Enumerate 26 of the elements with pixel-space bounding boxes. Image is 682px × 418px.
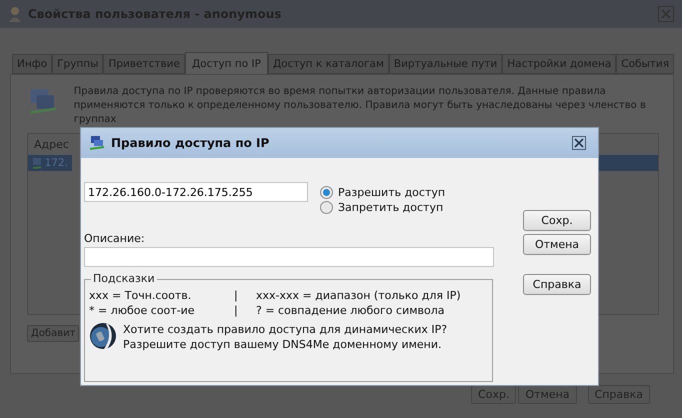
dialog-button[interactable]: Сохр. — [523, 210, 591, 231]
separator-text: | — [234, 303, 239, 318]
tab[interactable]: Доступ по IP — [184, 52, 268, 74]
dialog-title: Правило доступа по IP — [111, 136, 270, 150]
radio-option[interactable]: Запретить доступ — [320, 201, 446, 214]
user-icon — [8, 6, 22, 22]
radio-option[interactable]: Разрешить доступ — [320, 186, 446, 199]
globe-icon — [89, 322, 117, 350]
group-title: Подсказки — [91, 272, 157, 285]
network-icon — [32, 157, 41, 169]
network-icon — [89, 135, 105, 151]
description-label: Описание: — [84, 232, 146, 245]
hint-text: xxx-xxx = диапазон (только для IP) — [256, 288, 461, 303]
hint-text: xxx = Точн.соотв. — [89, 288, 192, 303]
column-header: Адрес — [33, 137, 70, 153]
ip-field[interactable]: 172.26.160.0-172.26.175.255 — [84, 182, 308, 202]
dialog-button[interactable]: Справка — [523, 274, 591, 295]
hint-text: ? = совпадение любого символа — [256, 303, 445, 318]
dns-tip-text: Хотите создать правило доступа для динамических IP? Разрешите доступ вашему DNS4Me доменному имени. — [123, 322, 448, 352]
info-text: Правила доступа по IP проверяются во время попытки авторизации пользователя. Данные правила применяются только к определенному пользователю. Правила могут быть унаследованы через членство в группах — [74, 85, 647, 127]
close-icon[interactable] — [658, 6, 674, 22]
description-field[interactable] — [84, 247, 494, 267]
separator-text: | — [234, 288, 239, 303]
close-button[interactable] — [572, 136, 586, 150]
hint-text: * = любое соот-ие — [89, 303, 196, 318]
dialog-button[interactable]: Отмена — [523, 234, 591, 255]
